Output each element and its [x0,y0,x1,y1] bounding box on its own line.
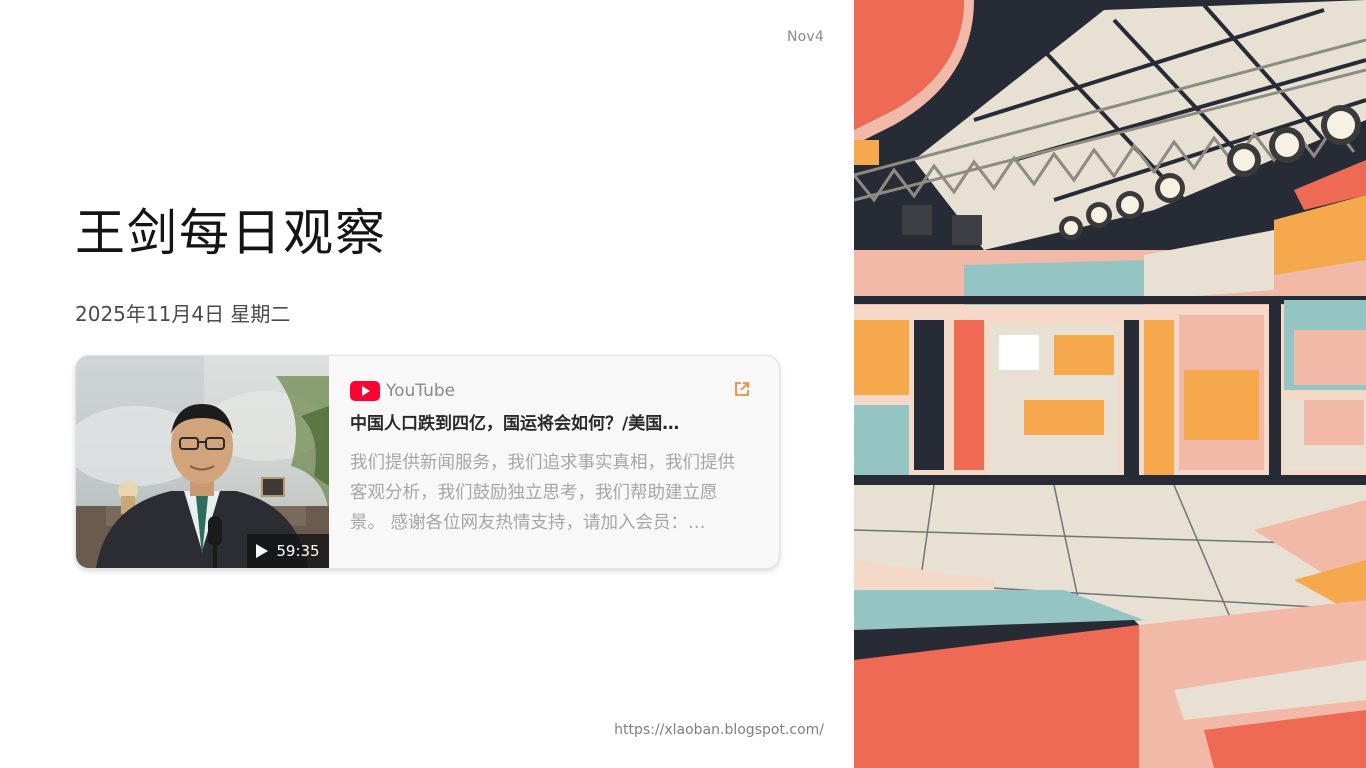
duration-text: 59:35 [276,542,320,560]
play-icon [256,544,269,558]
video-info[interactable]: YouTube 中国人口跌到四亿，国运将会如何？/美国… 我们提供新闻服务，我们… [350,356,751,568]
video-link-card[interactable]: 59:35 YouTube 中国人口跌到四亿，国运将会如何？/美国… 我们提供新… [75,355,780,569]
external-link-icon[interactable] [733,380,751,398]
video-description: 我们提供新闻服务，我们追求事实真相，我们提供客观分析，我们鼓励独立思考，我们帮助… [350,453,735,533]
video-duration: 59:35 [247,534,329,568]
studio-illustration [854,0,1366,768]
video-thumbnail[interactable]: 59:35 [76,356,329,568]
page-title: 王剑每日观察 [75,204,387,262]
site-url[interactable]: https://xlaoban.blogspot.com/ [614,722,824,738]
slide-left-panel: Nov4 王剑每日观察 2025年11月4日 星期二 59:35 YouTube… [0,0,854,768]
studio-illustration-image [854,0,1366,768]
date-subtitle: 2025年11月4日 星期二 [75,302,291,326]
source-name: YouTube [386,381,456,401]
youtube-icon [350,381,380,401]
date-badge: Nov4 [786,29,824,45]
video-title[interactable]: 中国人口跌到四亿，国运将会如何？/美国… [350,411,751,437]
video-source: YouTube [350,380,455,402]
